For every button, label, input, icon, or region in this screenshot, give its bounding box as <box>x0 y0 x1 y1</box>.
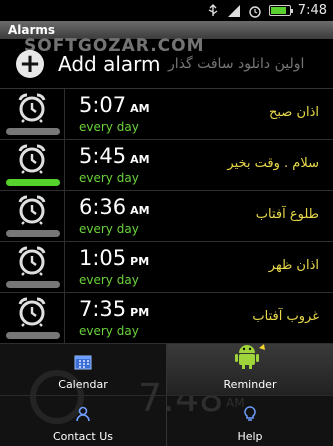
contact-us-button[interactable]: Contact Us <box>0 396 166 446</box>
alarm-ampm: PM <box>130 255 150 268</box>
alarm-row[interactable]: 5:45 AM every day سلام . وقت بخیر <box>0 140 333 191</box>
person-icon <box>75 406 91 426</box>
alarm-ampm: AM <box>130 204 150 217</box>
alarm-time: 6:36 <box>79 195 127 219</box>
calendar-label: Calendar <box>58 378 108 391</box>
alarm-time: 5:45 <box>79 144 127 168</box>
alarm-list: 5:07 AM every day اذان صبح 5:45 AM every d… <box>0 89 333 344</box>
alarm-row[interactable]: 5:07 AM every day اذان صبح <box>0 89 333 140</box>
watermark-text: SOFTGOZAR.COM <box>24 36 205 56</box>
alarm-toggle[interactable] <box>0 293 65 343</box>
alarm-clock-icon <box>18 246 46 276</box>
alarm-ampm: PM <box>130 306 150 319</box>
contact-us-label: Contact Us <box>52 430 114 443</box>
reminder-button[interactable]: Reminder <box>167 344 333 395</box>
alarm-repeat: every day <box>79 222 139 236</box>
alarm-row[interactable]: 1:05 PM every day اذان ظهر <box>0 242 333 293</box>
alarm-toggle[interactable] <box>0 191 65 241</box>
alarm-clock-icon <box>18 195 46 225</box>
alarm-row[interactable]: 6:36 AM every day طلوع آفتاب <box>0 191 333 242</box>
alarm-name: سلام . وقت بخیر <box>227 156 319 171</box>
usb-icon <box>206 3 220 18</box>
calendar-icon <box>74 354 92 374</box>
alarm-time: 7:35 <box>79 297 127 321</box>
bottom-panel: 7:48 AM Calendar Reminder Contact Us Hel… <box>0 344 333 446</box>
alarm-indicator <box>6 332 60 339</box>
alarm-toggle[interactable] <box>0 140 65 190</box>
alarm-clock-icon <box>18 144 46 174</box>
alarm-row[interactable]: 7:35 PM every day غروب آفتاب <box>0 293 333 344</box>
panel-divider-horizontal <box>0 395 333 396</box>
alarm-indicator <box>6 281 60 288</box>
alarm-clock-icon <box>18 93 46 123</box>
android-icon <box>233 344 267 374</box>
alarm-ampm: AM <box>130 153 150 166</box>
alarm-repeat: every day <box>79 120 139 134</box>
alarm-name: غروب آفتاب <box>252 309 319 324</box>
alarm-status-icon <box>248 4 262 18</box>
status-bar: 7:48 <box>0 0 333 21</box>
alarm-repeat: every day <box>79 273 139 287</box>
alarm-name: اذان ظهر <box>268 258 319 273</box>
alarm-toggle[interactable] <box>0 89 65 139</box>
help-button[interactable]: Help <box>167 396 333 446</box>
alarm-clock-icon <box>18 297 46 327</box>
status-clock: 7:48 <box>297 3 327 18</box>
battery-icon <box>268 5 293 16</box>
alarm-ampm: AM <box>130 102 150 115</box>
signal-icon <box>227 4 241 18</box>
alarm-toggle[interactable] <box>0 242 65 292</box>
alarm-time: 5:07 <box>79 93 127 117</box>
alarm-indicator <box>6 128 60 135</box>
alarm-indicator <box>6 230 60 237</box>
alarm-indicator <box>6 179 60 186</box>
help-label: Help <box>237 430 263 443</box>
watermark-persian: اولین دانلود سافت ‌گذار <box>168 56 305 72</box>
alarm-name: طلوع آفتاب <box>255 207 319 222</box>
alarm-repeat: every day <box>79 171 139 185</box>
lightbulb-icon <box>243 406 257 426</box>
calendar-button[interactable]: Calendar <box>0 344 166 395</box>
alarm-repeat: every day <box>79 324 139 338</box>
reminder-label: Reminder <box>223 378 277 391</box>
alarm-time: 1:05 <box>79 246 127 270</box>
alarm-name: اذان صبح <box>268 105 319 120</box>
